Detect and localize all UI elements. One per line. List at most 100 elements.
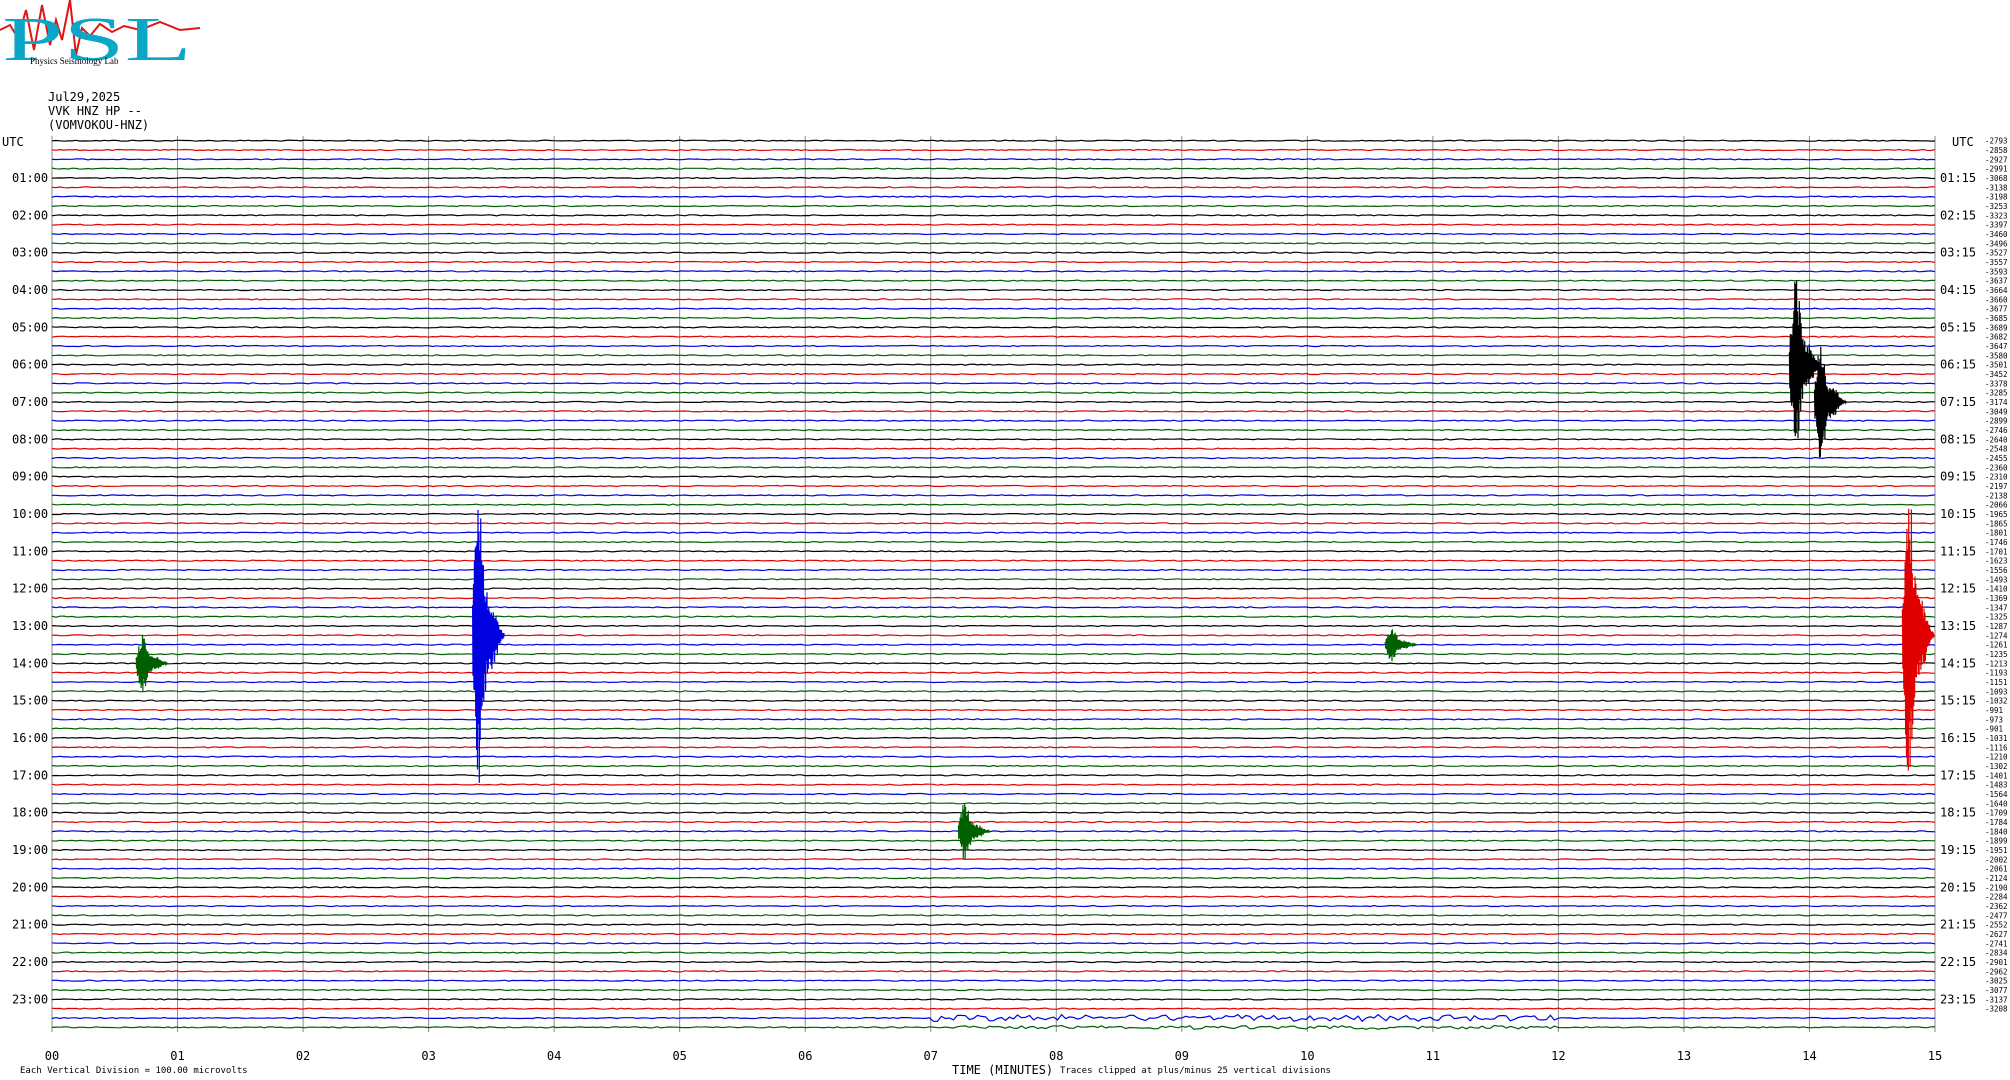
x-tick-label: 07: [924, 1049, 938, 1063]
trace-line: [51, 298, 1936, 301]
trace-line: [51, 671, 1936, 674]
trace-offset-value: -2552: [1985, 921, 2008, 930]
trace-offset-value: -1302: [1985, 762, 2008, 771]
trace-line: [51, 746, 1936, 749]
event-waveform: [1384, 629, 1418, 662]
trace-line: [51, 214, 1936, 217]
trace-line: [51, 998, 1936, 1001]
left-hour-label: 01:00: [12, 171, 48, 185]
trace-line: [51, 960, 1936, 964]
trace-line: [51, 606, 1936, 609]
trace-line: [51, 1013, 1936, 1023]
right-hour-label: 21:15: [1940, 918, 1976, 932]
trace-line: [51, 634, 1936, 637]
left-hour-label: 11:00: [12, 544, 48, 558]
trace-line: [51, 923, 1936, 926]
trace-line: [51, 820, 1936, 824]
trace-line: [51, 624, 1935, 628]
trace-line: [51, 1024, 1936, 1030]
x-tick-label: 12: [1551, 1049, 1565, 1063]
trace-offset-value: -1210: [1985, 753, 2008, 762]
trace-line: [52, 494, 1936, 497]
trace-offset-value: -3138: [1985, 183, 2008, 192]
trace-line: [51, 531, 1936, 534]
right-hour-label: 23:15: [1940, 992, 1976, 1006]
trace-offset-value: -3660: [1985, 295, 2008, 304]
trace-line: [51, 270, 1936, 273]
left-hour-label: 19:00: [12, 843, 48, 857]
trace-line: [51, 764, 1936, 768]
trace-offset-value: -1701: [1985, 547, 2008, 556]
right-hour-label: 09:15: [1940, 470, 1976, 484]
trace-offset-value: -1483: [1985, 781, 2008, 790]
left-hour-label: 14:00: [12, 656, 48, 670]
left-hour-label: 06:00: [12, 358, 48, 372]
right-hour-label: 04:15: [1940, 283, 1976, 297]
right-hour-label: 08:15: [1940, 432, 1976, 446]
trace-line: [51, 335, 1936, 338]
trace-offset-value: -2190: [1985, 883, 2008, 892]
trace-line: [52, 587, 1936, 590]
left-hour-label: 15:00: [12, 694, 48, 708]
trace-offset-value: -2002: [1985, 855, 2008, 864]
left-hour-label: 21:00: [12, 918, 48, 932]
trace-offset-value: -1410: [1985, 585, 2008, 594]
trace-offset-value: -2197: [1985, 482, 2008, 491]
trace-line: [51, 195, 1936, 198]
x-tick-label: 01: [170, 1049, 184, 1063]
trace-line: [51, 755, 1936, 758]
trace-offset-value: -1965: [1985, 510, 2008, 519]
trace-line: [51, 242, 1936, 245]
trace-offset-value: -2138: [1985, 491, 2008, 500]
trace-offset-value: -3397: [1985, 221, 2008, 230]
right-hour-label: 07:15: [1940, 395, 1976, 409]
trace-offset-value: -2962: [1985, 967, 2008, 976]
left-hour-label: 22:00: [12, 955, 48, 969]
trace-offset-value: -1151: [1985, 678, 2008, 687]
trace-offset-value: -2640: [1985, 435, 2008, 444]
trace-line: [51, 466, 1936, 469]
trace-offset-value: -3077: [1985, 986, 2008, 995]
trace-offset-value: -1093: [1985, 687, 2008, 696]
trace-line: [51, 578, 1936, 581]
trace-line: [51, 372, 1936, 376]
trace-offset-value: -1401: [1985, 771, 2008, 780]
right-hour-label: 06:15: [1940, 358, 1976, 372]
left-hour-label: 20:00: [12, 880, 48, 894]
trace-line: [51, 344, 1936, 348]
trace-line: [51, 363, 1936, 366]
trace-line: [52, 251, 1936, 254]
left-hour-label: 08:00: [12, 432, 48, 446]
trace-offset-value: -973: [1985, 715, 2003, 724]
trace-line: [51, 550, 1936, 553]
trace-line: [51, 204, 1936, 208]
trace-line: [51, 783, 1936, 786]
trace-offset-value: -1193: [1985, 669, 2008, 678]
trace-line: [51, 699, 1936, 702]
trace-offset-value: -1347: [1985, 603, 2008, 612]
trace-offset-value: -2793: [1985, 137, 2008, 146]
trace-line: [51, 802, 1936, 805]
right-hour-label: 16:15: [1940, 731, 1976, 745]
trace-line: [51, 176, 1936, 180]
trace-offset-value: -2991: [1985, 165, 2008, 174]
trace-offset-value: -3378: [1985, 379, 2008, 388]
trace-line: [51, 727, 1936, 730]
trace-offset-value: -3049: [1985, 407, 2008, 416]
trace-offset-value: -2455: [1985, 454, 2008, 463]
trace-offset-value: -1746: [1985, 538, 2008, 547]
trace-offset-value: -1287: [1985, 622, 2008, 631]
trace-line: [51, 447, 1936, 450]
trace-offset-value: -3685: [1985, 314, 2008, 323]
trace-line: [51, 736, 1936, 740]
left-hour-label: 16:00: [12, 731, 48, 745]
trace-line: [51, 848, 1936, 852]
trace-offset-value: -2284: [1985, 893, 2008, 902]
trace-offset-value: -3637: [1985, 277, 2008, 286]
trace-line: [51, 662, 1936, 665]
x-tick-label: 03: [421, 1049, 435, 1063]
right-hour-label: 14:15: [1940, 656, 1976, 670]
trace-line: [51, 167, 1936, 170]
right-hour-label: 10:15: [1940, 507, 1976, 521]
trace-offset-value: -2066: [1985, 501, 2008, 510]
